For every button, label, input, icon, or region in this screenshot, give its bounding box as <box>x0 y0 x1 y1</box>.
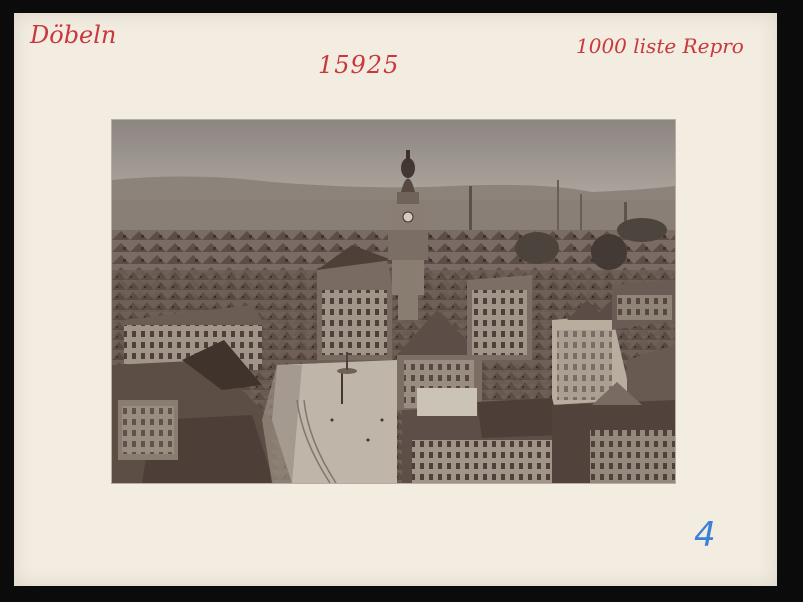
town-photograph-drawing <box>112 120 675 483</box>
handwritten-catalog-number: 15925 <box>318 51 400 79</box>
handwritten-place-name: Döbeln <box>30 21 117 49</box>
handwritten-index-number: 4 <box>694 515 716 555</box>
handwritten-price-note: 1000 liste Repro <box>576 34 744 58</box>
photo-mount-card: Döbeln 15925 1000 liste Repro 4 <box>14 13 777 586</box>
town-photograph <box>112 120 675 483</box>
